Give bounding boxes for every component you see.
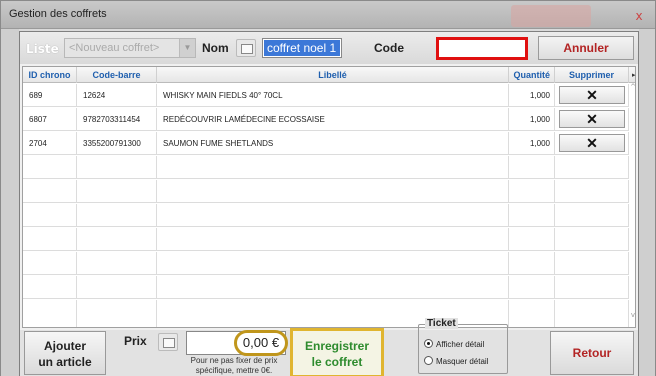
cell-barcode: 9782703311454 (77, 108, 157, 131)
prix-value[interactable]: 0,00 € (234, 330, 288, 356)
table-row[interactable]: 2704 3355200791300 SAUMON FUME SHETLANDS… (23, 132, 629, 155)
cell-barcode: 3355200791300 (77, 132, 157, 155)
nom-input[interactable]: coffret noel 1 (262, 38, 342, 58)
col-header-delete[interactable]: Supprimer (555, 67, 629, 83)
radio-selected-icon[interactable] (424, 339, 433, 348)
retour-button[interactable]: Retour (550, 331, 634, 375)
cell-id: 2704 (23, 132, 77, 155)
cell-delete: ✕ (555, 84, 629, 107)
annuler-button[interactable]: Annuler (538, 36, 634, 60)
cell-qty[interactable]: 1,000 (509, 84, 555, 107)
cell-label: WHISKY MAIN FIEDLS 40° 70CL (157, 84, 509, 107)
col-header-label[interactable]: Libellé (157, 67, 509, 83)
close-icon: ✕ (586, 111, 598, 127)
add-article-line1: Ajouter (44, 339, 86, 353)
title-bar: Gestion des coffrets x (1, 1, 655, 29)
articles-table: ID chrono Code-barre Libellé Quantité Su… (22, 66, 636, 328)
coffret-window: Gestion des coffrets x Liste <Nouveau co… (0, 0, 656, 376)
empty-row (23, 276, 629, 299)
radio-unselected-icon[interactable] (424, 356, 433, 365)
empty-row (23, 300, 629, 327)
footer-bar: Ajouter un article Prix 0,00 € Pour ne p… (20, 318, 638, 376)
cell-delete: ✕ (555, 108, 629, 131)
cell-delete: ✕ (555, 132, 629, 155)
liste-select-value: <Nouveau coffret> (69, 42, 160, 54)
col-header-qty[interactable]: Quantité (509, 67, 555, 83)
nom-label: Nom (202, 41, 229, 55)
save-coffret-line1: Enregistrer (304, 339, 370, 353)
window-close-button[interactable]: x (631, 8, 647, 24)
blurred-badge (511, 5, 591, 27)
empty-row (23, 228, 629, 251)
cell-id: 689 (23, 84, 77, 107)
liste-label: Liste (26, 42, 59, 56)
keyboard-icon[interactable] (158, 333, 178, 351)
ticket-legend: Ticket (425, 318, 458, 329)
scroll-down-icon[interactable]: v (629, 311, 637, 325)
cell-label: REDÉCOUVRIR LAMÉDECINE ECOSSAISE (157, 108, 509, 131)
empty-row (23, 156, 629, 179)
empty-row (23, 180, 629, 203)
prix-label: Prix (124, 334, 147, 348)
empty-row (23, 252, 629, 275)
chevron-down-icon[interactable]: ▼ (179, 39, 195, 57)
delete-row-button[interactable]: ✕ (559, 110, 625, 128)
nom-input-value: coffret noel 1 (264, 40, 340, 56)
cell-id: 6807 (23, 108, 77, 131)
cell-label: SAUMON FUME SHETLANDS (157, 132, 509, 155)
add-article-line2: un article (38, 355, 92, 369)
delete-row-button[interactable]: ✕ (559, 134, 625, 152)
add-article-button[interactable]: Ajouter un article (24, 331, 106, 375)
window-title: Gestion des coffrets (9, 8, 107, 20)
chevron-right-icon[interactable]: ▸ (632, 71, 636, 79)
radio-label: Masquer détail (436, 357, 489, 366)
save-coffret-button[interactable]: Enregistrer le coffret (290, 328, 384, 376)
save-coffret-line2: le coffret (311, 355, 363, 369)
ticket-options: Ticket Afficher détail Masquer détail (418, 318, 508, 374)
radio-masquer-detail[interactable]: Masquer détail (424, 356, 488, 368)
prix-hint: Pour ne pas fixer de prix spécifique, me… (190, 356, 278, 375)
scroll-up-icon[interactable]: ^ (629, 83, 637, 97)
close-icon: ✕ (586, 135, 598, 151)
empty-row (23, 204, 629, 227)
close-icon: ✕ (586, 87, 598, 103)
radio-label: Afficher détail (436, 340, 485, 349)
liste-select[interactable]: <Nouveau coffret> ▼ (64, 38, 196, 58)
cell-qty[interactable]: 1,000 (509, 132, 555, 155)
col-header-id[interactable]: ID chrono (23, 67, 77, 83)
main-panel: Liste <Nouveau coffret> ▼ Nom coffret no… (19, 31, 639, 376)
table-header: ID chrono Code-barre Libellé Quantité Su… (23, 67, 636, 83)
cell-barcode: 12624 (77, 84, 157, 107)
col-header-barcode[interactable]: Code-barre (77, 67, 157, 83)
code-label: Code (374, 41, 404, 55)
cell-qty[interactable]: 1,000 (509, 108, 555, 131)
delete-row-button[interactable]: ✕ (559, 86, 625, 104)
table-row[interactable]: 689 12624 WHISKY MAIN FIEDLS 40° 70CL 1,… (23, 84, 629, 107)
toolbar: Liste <Nouveau coffret> ▼ Nom coffret no… (20, 32, 638, 64)
table-row[interactable]: 6807 9782703311454 REDÉCOUVRIR LAMÉDECIN… (23, 108, 629, 131)
right-frame (639, 29, 655, 376)
keyboard-icon[interactable] (236, 39, 256, 57)
code-input[interactable] (436, 37, 528, 60)
radio-afficher-detail[interactable]: Afficher détail (424, 339, 484, 351)
left-frame (1, 29, 19, 376)
